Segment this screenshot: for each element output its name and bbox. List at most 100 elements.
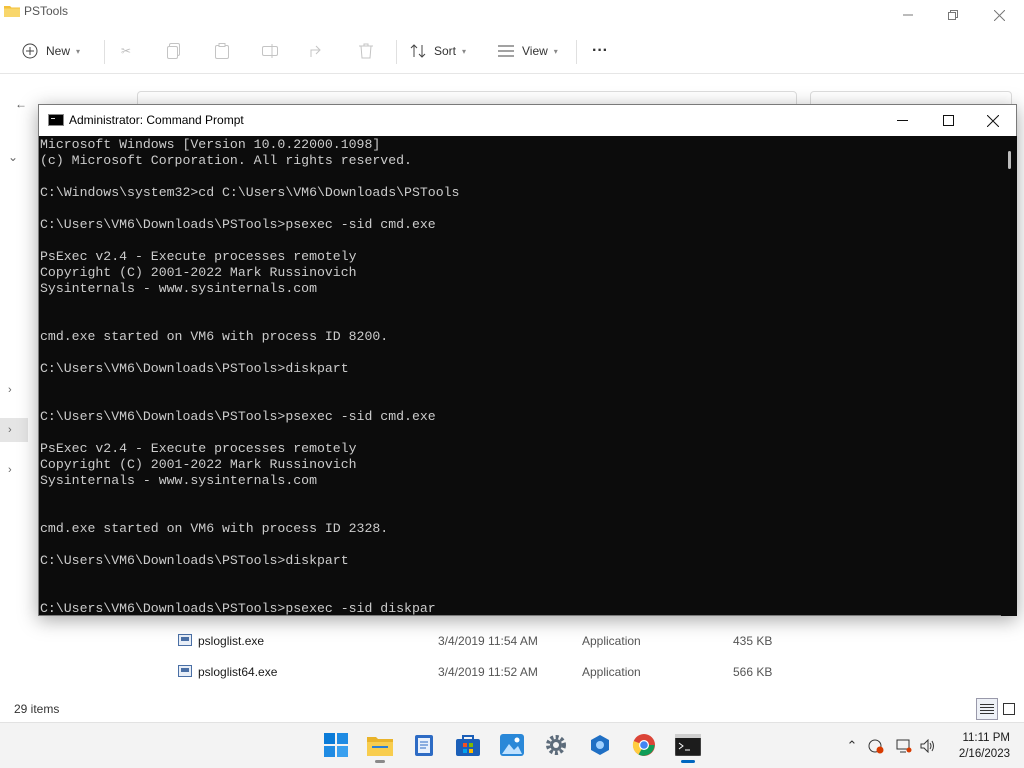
command-prompt-window[interactable]: Administrator: Command Prompt Microsoft …	[38, 104, 1017, 616]
explorer-close-button[interactable]	[976, 0, 1022, 30]
cmd-maximize-button[interactable]	[925, 105, 971, 136]
file-date: 3/4/2019 11:52 AM	[438, 665, 538, 679]
delete-button[interactable]	[356, 38, 376, 64]
view-button[interactable]: View ▾	[496, 38, 558, 64]
explorer-title: PSTools	[24, 4, 69, 18]
scrollbar-thumb[interactable]	[1008, 151, 1011, 169]
taskbar-photos[interactable]	[498, 731, 526, 759]
chevron-up-icon[interactable]: ⌃	[842, 736, 862, 756]
share-button[interactable]	[308, 38, 328, 64]
volume-icon[interactable]	[918, 736, 938, 756]
cmd-titlebar[interactable]: Administrator: Command Prompt	[39, 105, 1016, 136]
rename-icon	[260, 41, 280, 61]
chevron-down-icon[interactable]: ⌄	[8, 150, 22, 164]
cut-button[interactable]: ✂	[116, 38, 136, 64]
view-label: View	[522, 44, 548, 58]
console-line: Microsoft Windows [Version 10.0.22000.10…	[40, 137, 381, 152]
application-file-icon	[178, 665, 192, 677]
file-size: 566 KB	[733, 665, 773, 679]
command-bar: New ▾ ✂ Sort ▾ View ▾ ···	[0, 30, 1024, 74]
tiles-view-button[interactable]	[998, 698, 1020, 720]
console-line: PsExec v2.4 - Execute processes remotely	[40, 249, 357, 264]
close-icon	[993, 9, 1005, 21]
network-tool-icon	[591, 735, 609, 755]
file-row[interactable]: psloglist64.exe 3/4/2019 11:52 AM Applic…	[176, 663, 816, 683]
security-alert-icon[interactable]	[866, 736, 886, 756]
minimize-icon	[903, 14, 913, 16]
explorer-minimize-button[interactable]	[885, 0, 931, 30]
photos-icon	[500, 734, 524, 756]
command-prompt-icon	[675, 734, 701, 756]
maximize-icon	[942, 115, 954, 126]
taskbar-chrome[interactable]	[630, 731, 658, 759]
more-options-button[interactable]: ···	[590, 38, 610, 64]
close-icon	[987, 114, 999, 127]
console-line: Copyright (C) 2001-2022 Mark Russinovich	[40, 265, 357, 280]
chevron-right-icon[interactable]: ›	[8, 424, 22, 438]
taskbar-store[interactable]	[454, 731, 482, 759]
start-button[interactable]	[322, 731, 350, 759]
minimize-icon	[896, 120, 908, 121]
cmd-scrollbar[interactable]	[1001, 136, 1017, 616]
folder-icon	[4, 6, 20, 17]
file-date: 3/4/2019 11:54 AM	[438, 634, 538, 648]
console-icon	[48, 114, 64, 126]
network-icon[interactable]	[894, 736, 914, 756]
rename-button[interactable]	[260, 38, 280, 64]
copy-icon	[164, 41, 184, 61]
sort-button[interactable]: Sort ▾	[408, 38, 466, 64]
chevron-right-icon[interactable]: ›	[8, 464, 22, 478]
file-row[interactable]: psloglist.exe 3/4/2019 11:54 AM Applicat…	[176, 632, 816, 652]
taskbar-settings[interactable]	[542, 731, 570, 759]
notepad-icon	[415, 735, 433, 756]
new-button[interactable]: New ▾	[20, 38, 80, 64]
chevron-right-icon[interactable]: ›	[8, 384, 22, 398]
details-view-button[interactable]	[976, 698, 998, 720]
file-name: psloglist64.exe	[198, 665, 278, 679]
console-line: cmd.exe started on VM6 with process ID 2…	[40, 521, 389, 536]
console-output[interactable]: Microsoft Windows [Version 10.0.22000.10…	[39, 136, 999, 616]
taskbar-terminal[interactable]	[674, 731, 702, 763]
new-label: New	[46, 44, 71, 58]
console-line: C:\Users\VM6\Downloads\PSTools>psexec -s…	[40, 601, 436, 616]
file-size: 435 KB	[733, 634, 773, 648]
console-line: C:\Users\VM6\Downloads\PSTools>psexec -s…	[40, 217, 436, 232]
running-indicator	[681, 760, 695, 763]
console-line: C:\Users\VM6\Downloads\PSTools>psexec -s…	[40, 409, 436, 424]
taskbar-file-explorer[interactable]	[366, 731, 394, 763]
copy-button[interactable]	[164, 38, 184, 64]
cmd-minimize-button[interactable]	[879, 105, 925, 136]
gear-icon	[546, 735, 566, 755]
chrome-icon	[632, 734, 655, 756]
console-line: C:\Users\VM6\Downloads\PSTools>diskpart	[40, 553, 349, 568]
sort-label: Sort	[434, 44, 457, 58]
taskbar-notepad[interactable]	[410, 731, 438, 759]
trash-icon	[356, 41, 376, 61]
view-icon	[496, 41, 516, 61]
clock-time: 11:11 PM	[962, 732, 1010, 744]
chevron-down-icon: ▾	[553, 46, 558, 56]
paste-button[interactable]	[212, 38, 232, 64]
explorer-restore-button[interactable]	[930, 0, 976, 30]
scissors-icon: ✂	[120, 44, 132, 58]
cmd-title: Administrator: Command Prompt	[69, 113, 244, 127]
file-type: Application	[582, 634, 641, 648]
system-clock[interactable]: 11:11 PM 2/16/2023	[944, 730, 1010, 762]
details-view-icon	[980, 704, 994, 714]
cmd-close-button[interactable]	[970, 105, 1016, 136]
item-count: 29 items	[14, 702, 60, 716]
back-arrow-icon: ←	[15, 97, 27, 111]
taskbar-network-tool[interactable]	[586, 731, 614, 759]
console-line: Sysinternals - www.sysinternals.com	[40, 473, 317, 488]
explorer-titlebar[interactable]: PSTools	[0, 0, 1024, 30]
back-button[interactable]: ←	[11, 94, 31, 114]
toolbar-divider	[576, 40, 577, 64]
toolbar-divider	[104, 40, 105, 64]
